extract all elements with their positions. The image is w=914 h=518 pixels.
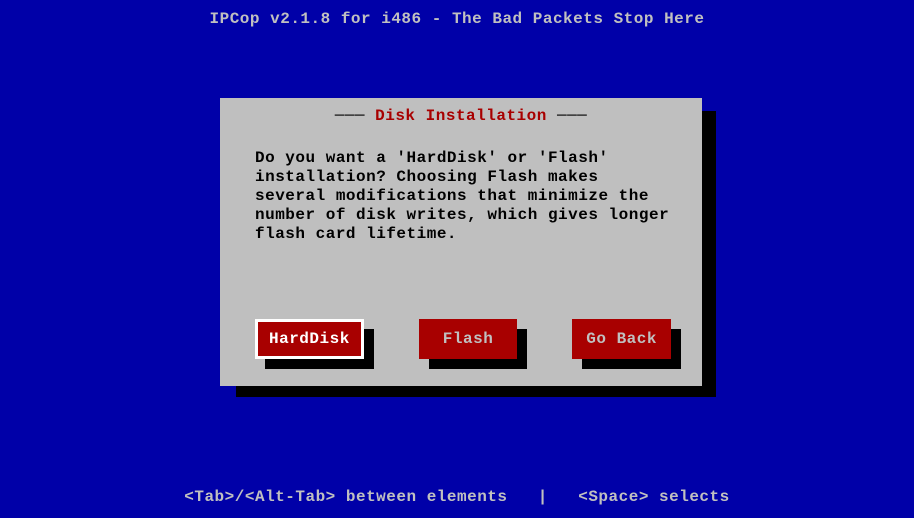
dialog-body-text: Do you want a 'HardDisk' or 'Flash' inst… bbox=[255, 149, 671, 244]
dialog-title: Disk Installation bbox=[375, 107, 547, 125]
flash-button-wrap: Flash bbox=[419, 319, 518, 359]
frame-dash-left: ─── bbox=[335, 107, 375, 125]
button-row: HardDisk Flash Go Back bbox=[255, 319, 671, 359]
harddisk-button[interactable]: HardDisk bbox=[255, 319, 364, 359]
goback-button-wrap: Go Back bbox=[572, 319, 671, 359]
harddisk-button-wrap: HardDisk bbox=[255, 319, 364, 359]
flash-button[interactable]: Flash bbox=[419, 319, 518, 359]
footer-help-text: <Tab>/<Alt-Tab> between elements | <Spac… bbox=[6, 488, 908, 506]
page-title: IPCop v2.1.8 for i486 - The Bad Packets … bbox=[6, 10, 908, 28]
disk-installation-dialog: ─── Disk Installation ─── Do you want a … bbox=[220, 98, 702, 386]
goback-button[interactable]: Go Back bbox=[572, 319, 671, 359]
dialog-title-row: ─── Disk Installation ─── bbox=[221, 107, 701, 125]
installer-screen: IPCop v2.1.8 for i486 - The Bad Packets … bbox=[6, 6, 908, 512]
frame-dash-right: ─── bbox=[547, 107, 587, 125]
flash-button-label: Flash bbox=[443, 330, 494, 348]
